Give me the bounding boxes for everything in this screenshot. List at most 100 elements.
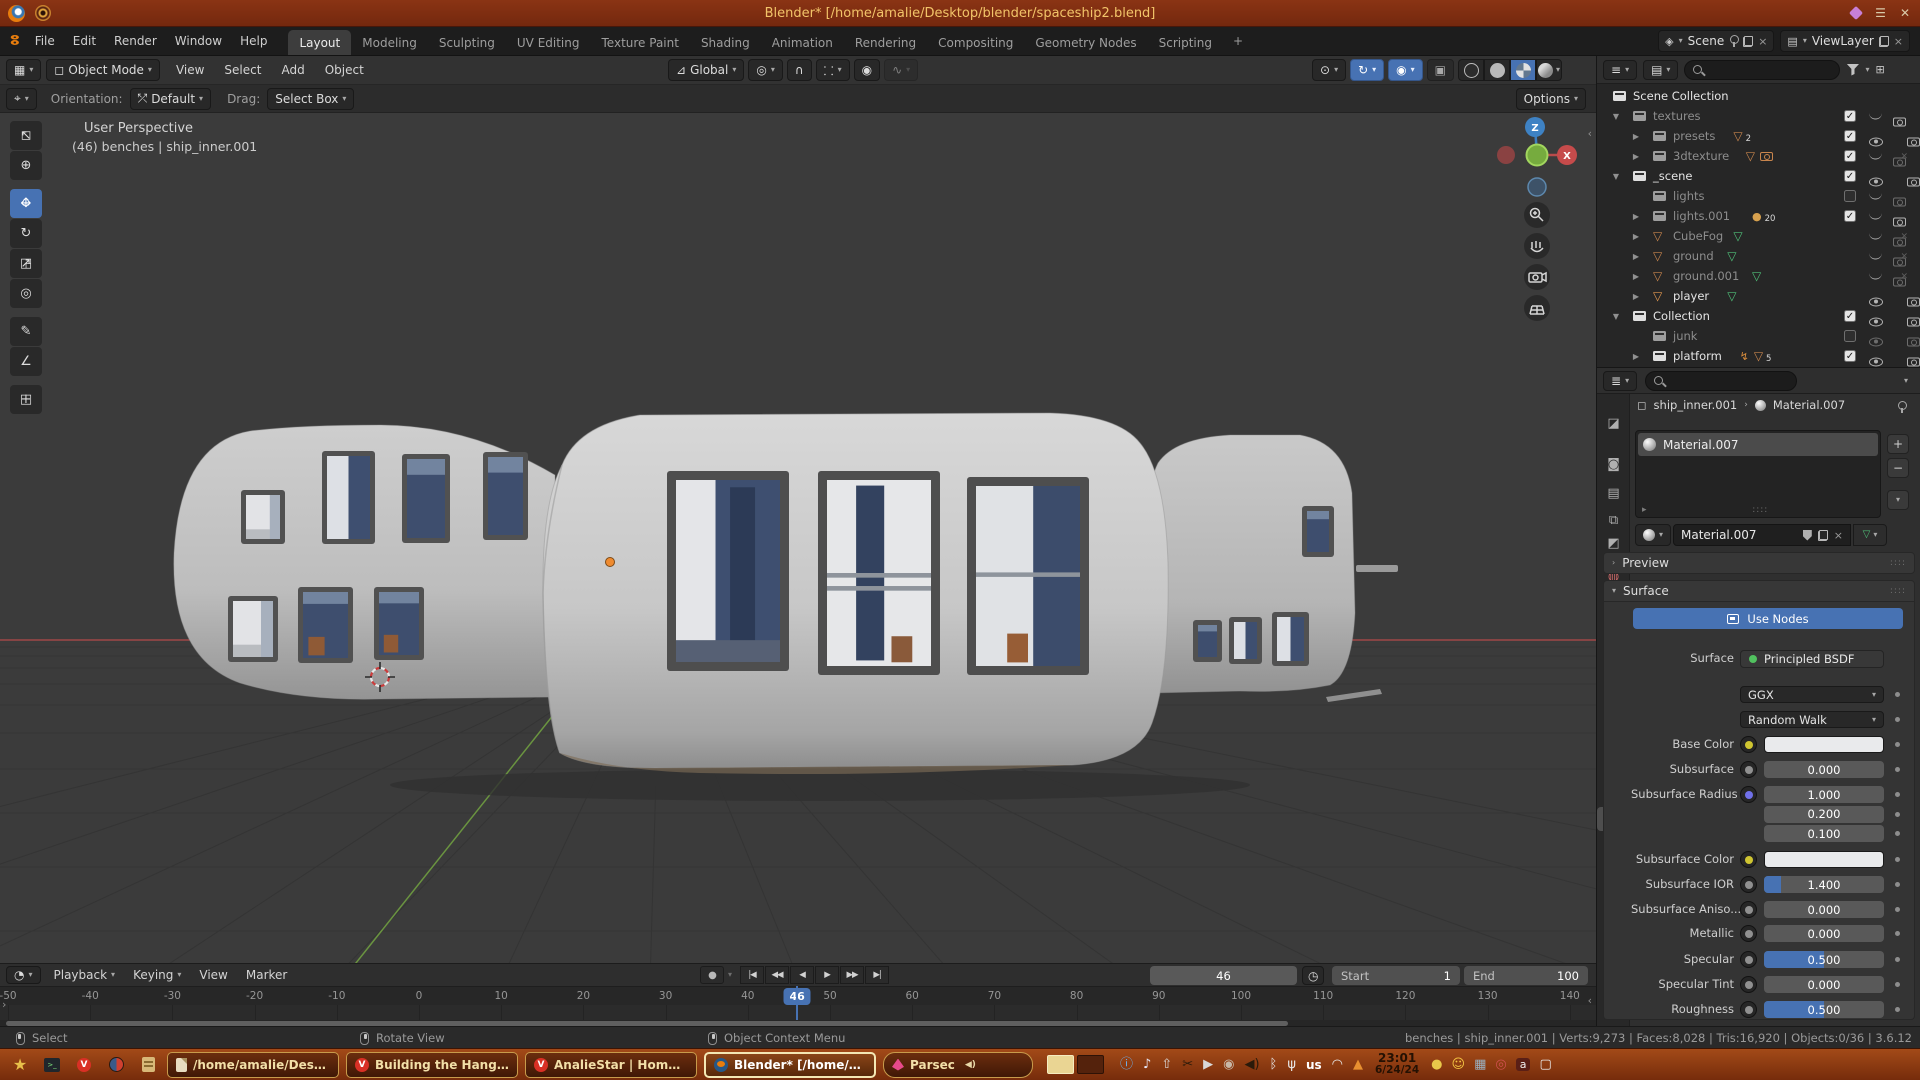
proportional-edit-toggle[interactable]: ◉ <box>854 59 880 81</box>
expand-closed-icon[interactable]: ▶ <box>1631 292 1641 301</box>
xray-toggle[interactable]: ▣ <box>1427 59 1454 81</box>
axis-y-handle[interactable] <box>1527 145 1548 166</box>
animate-dot[interactable] <box>1895 882 1900 887</box>
animate-dot[interactable] <box>1895 1007 1900 1012</box>
tray-updates-icon[interactable]: ▲ <box>1353 1058 1363 1071</box>
taskbar-task-blender[interactable]: Blender* [/home/amali... <box>704 1052 876 1078</box>
outliner-row--scene[interactable]: ▼_scene✓ <box>1597 166 1920 186</box>
hide-viewport-closed-eye-icon[interactable] <box>1869 113 1882 120</box>
3d-scene[interactable] <box>0 113 1596 963</box>
subsurface-slider[interactable]: 0.000 <box>1764 761 1884 778</box>
tray-upload-icon[interactable]: ⇧ <box>1161 1058 1172 1071</box>
launcher-terminal-icon[interactable]: >_ <box>40 1053 64 1077</box>
workspace-tab-layout[interactable]: Layout <box>288 30 351 55</box>
animate-dot[interactable] <box>1895 767 1900 772</box>
node-socket-icon[interactable] <box>1740 876 1757 893</box>
base-color-swatch[interactable] <box>1764 736 1884 753</box>
tray-darts-icon[interactable]: ◎ <box>1495 1058 1506 1071</box>
axis-neg-z-handle[interactable] <box>1528 178 1546 196</box>
outliner-row-cubefog[interactable]: ▶▽CubeFog▽ <box>1597 226 1920 246</box>
expand-closed-icon[interactable]: ▶ <box>1631 152 1641 161</box>
jump-end-button[interactable]: ▶| <box>865 966 889 984</box>
options-dropdown[interactable]: Options▾ <box>1516 88 1586 110</box>
expand-closed-icon[interactable]: ▶ <box>1631 232 1641 241</box>
surface-shader-button[interactable]: Principled BSDF <box>1740 650 1884 668</box>
subsurface-radius-slider-2[interactable]: 0.100 <box>1764 825 1884 842</box>
specular-tint-slider[interactable]: 0.000 <box>1764 976 1884 993</box>
workspace-tab-compositing[interactable]: Compositing <box>927 30 1024 55</box>
slot-expand-icon[interactable]: ▸ <box>1642 505 1647 515</box>
ggx-dropdown[interactable]: GGX▾ <box>1740 686 1884 703</box>
expand-open-icon[interactable]: ▼ <box>1611 172 1621 181</box>
browse-material-dropdown[interactable]: ▾ <box>1635 524 1671 546</box>
overlays-toggle[interactable]: ◉▾ <box>1388 59 1423 81</box>
expand-open-icon[interactable]: ▼ <box>1611 112 1621 121</box>
material-slot-item[interactable]: Material.007 <box>1638 433 1878 456</box>
timeline-collapse-chevron[interactable]: ‹ <box>1588 994 1592 1007</box>
taskbar-task-file[interactable]: /home/amalie/Desktop... <box>167 1052 339 1078</box>
outliner-row-player[interactable]: ▶▽player▽ <box>1597 286 1920 306</box>
properties-tab-view-layer[interactable]: ⧉ <box>1597 508 1630 532</box>
collection-checkbox[interactable]: ✓ <box>1844 150 1856 162</box>
collection-checkbox[interactable]: ✓ <box>1844 110 1856 122</box>
slot-specials-dropdown[interactable]: ▾ <box>1887 490 1909 510</box>
outliner-row-lights-001[interactable]: ▶lights.001●20✓ <box>1597 206 1920 226</box>
node-tree-dropdown[interactable]: ▽▾ <box>1853 524 1887 546</box>
drag-value-dropdown[interactable]: Select Box▾ <box>267 88 354 110</box>
outliner-row-3dtexture[interactable]: ▶3dtexture▽✓ <box>1597 146 1920 166</box>
taskbar-task-parsec[interactable]: Parsec◀) <box>883 1052 1033 1078</box>
transform-orientation-dropdown[interactable]: ⊿Global▾ <box>668 59 744 81</box>
viewport-menu-object[interactable]: Object <box>315 63 374 77</box>
disable-render-camera-icon[interactable] <box>1907 297 1920 306</box>
outliner-row-ground-001[interactable]: ▶▽ground.001▽ <box>1597 266 1920 286</box>
workspace-tab-modeling[interactable]: Modeling <box>351 30 428 55</box>
animate-dot[interactable] <box>1895 831 1900 836</box>
launcher-browser-icon[interactable] <box>104 1053 128 1077</box>
hide-viewport-eye-icon[interactable] <box>1869 317 1883 326</box>
animate-dot[interactable] <box>1895 717 1900 722</box>
expand-closed-icon[interactable]: ▶ <box>1631 252 1641 261</box>
disable-render-camera-icon[interactable] <box>1893 117 1906 126</box>
tray-calculator-icon[interactable]: ▦ <box>1474 1058 1486 1071</box>
workspace-tab-texture-paint[interactable]: Texture Paint <box>591 30 690 55</box>
expand-closed-icon[interactable]: ▶ <box>1631 212 1641 221</box>
breadcrumb-object[interactable]: ship_inner.001 <box>1654 398 1738 412</box>
remove-slot-button[interactable]: − <box>1887 458 1909 478</box>
viewport-menu-view[interactable]: View <box>166 63 214 77</box>
workspace-tab-geometry-nodes[interactable]: Geometry Nodes <box>1024 30 1147 55</box>
navigation-gizmo[interactable]: Z X <box>1470 115 1590 345</box>
tray-broadcast-icon[interactable]: ◉ <box>1223 1058 1234 1071</box>
use-nodes-button[interactable]: Use Nodes <box>1633 608 1903 629</box>
launcher-file-cabinet-icon[interactable] <box>136 1053 160 1077</box>
taskbar-task-vivaldi[interactable]: VBuilding the Hanging G... <box>346 1052 518 1078</box>
playhead[interactable] <box>796 986 798 1020</box>
subsurface-color-swatch[interactable] <box>1764 851 1884 868</box>
disable-render-camera-icon[interactable] <box>1907 137 1920 146</box>
unlink-scene-icon[interactable]: × <box>1758 35 1767 48</box>
metallic-slider[interactable]: 0.000 <box>1764 925 1884 942</box>
timeline-menu-view[interactable]: View <box>190 968 236 982</box>
disable-render-camera-icon[interactable] <box>1907 177 1920 186</box>
node-socket-icon[interactable] <box>1740 976 1757 993</box>
collection-checkbox[interactable] <box>1844 330 1856 342</box>
outliner-row-collection[interactable]: ▼Collection✓ <box>1597 306 1920 326</box>
rotate-tool[interactable]: ↻ <box>10 219 42 248</box>
tray-cut-icon[interactable]: ✂ <box>1182 1058 1193 1071</box>
expand-closed-icon[interactable]: ▶ <box>1631 272 1641 281</box>
remove-view-layer-icon[interactable]: × <box>1894 35 1903 48</box>
node-socket-icon[interactable] <box>1740 786 1757 803</box>
zoom-button[interactable] <box>1524 202 1550 228</box>
pin-id-icon[interactable] <box>1897 401 1906 413</box>
node-socket-icon[interactable] <box>1740 736 1757 753</box>
hide-viewport-closed-eye-icon[interactable] <box>1869 273 1882 280</box>
end-frame-field[interactable]: End100 <box>1464 966 1588 985</box>
hide-viewport-eye-icon[interactable] <box>1869 137 1883 146</box>
node-socket-icon[interactable] <box>1740 901 1757 918</box>
view-layer-selector[interactable]: ▤▾ ViewLayer × <box>1780 30 1910 52</box>
play-button[interactable]: ▶ <box>815 966 839 984</box>
tray-volume-icon[interactable]: ◀) <box>1244 1058 1259 1071</box>
tray-usb-icon[interactable]: ψ <box>1287 1058 1296 1071</box>
tray-info-icon[interactable]: ⓘ <box>1120 1058 1133 1071</box>
visibility-dropdown[interactable]: ⊙▾ <box>1312 59 1346 81</box>
workspace-tab-sculpting[interactable]: Sculpting <box>428 30 506 55</box>
